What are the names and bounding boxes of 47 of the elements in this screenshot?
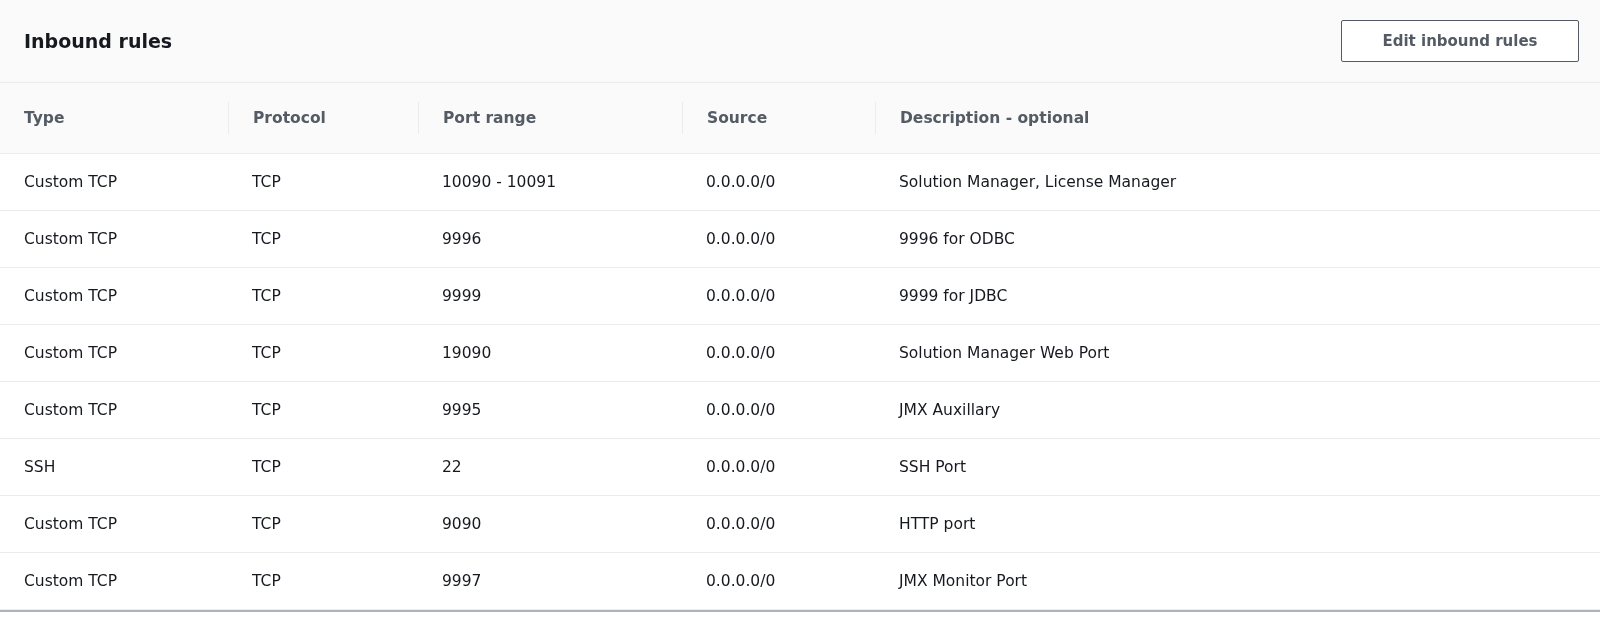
table-cell: TCP: [252, 287, 281, 305]
edit-inbound-rules-button[interactable]: Edit inbound rules: [1341, 20, 1579, 62]
panel-title: Inbound rules: [24, 30, 173, 52]
column-header[interactable]: Type: [24, 109, 65, 127]
table-cell: 9999 for JDBC: [899, 287, 1008, 305]
table-cell: 9997: [442, 572, 482, 590]
table-cell: 0.0.0.0/0: [706, 230, 776, 248]
table-cell: TCP: [252, 230, 281, 248]
table-cell: JMX Monitor Port: [899, 572, 1028, 590]
table-cell: 0.0.0.0/0: [706, 344, 776, 362]
table-cell: Solution Manager, License Manager: [899, 173, 1177, 191]
table-cell: 9995: [442, 401, 482, 419]
table-cell: 0.0.0.0/0: [706, 287, 776, 305]
table-cell: 22: [442, 458, 462, 476]
table-cell: Custom TCP: [24, 230, 118, 248]
table-cell: Solution Manager Web Port: [899, 344, 1110, 362]
table-cell: Custom TCP: [24, 287, 118, 305]
table-cell: Custom TCP: [24, 173, 118, 191]
table-cell: JMX Auxillary: [899, 401, 1001, 419]
table-cell: TCP: [252, 401, 281, 419]
table-cell: TCP: [252, 344, 281, 362]
table-cell: SSH: [24, 458, 56, 476]
column-header[interactable]: Source: [707, 109, 768, 127]
table-cell: 19090: [442, 344, 492, 362]
table-cell: 0.0.0.0/0: [706, 401, 776, 419]
table-cell: 10090 - 10091: [442, 173, 557, 191]
table-cell: Custom TCP: [24, 572, 118, 590]
table-cell: 9996 for ODBC: [899, 230, 1015, 248]
table-cell: 0.0.0.0/0: [706, 515, 776, 533]
column-header[interactable]: Port range: [443, 109, 537, 127]
table-cell: 9090: [442, 515, 482, 533]
table-cell: TCP: [252, 515, 281, 533]
column-header[interactable]: Description - optional: [900, 109, 1090, 127]
table-cell: Custom TCP: [24, 401, 118, 419]
table-cell: Custom TCP: [24, 515, 118, 533]
table-cell: 0.0.0.0/0: [706, 572, 776, 590]
table-cell: TCP: [252, 572, 281, 590]
table-cell: 9996: [442, 230, 482, 248]
column-header[interactable]: Protocol: [253, 109, 326, 127]
table-cell: HTTP port: [899, 515, 976, 533]
table-cell: Custom TCP: [24, 344, 118, 362]
table-cell: 0.0.0.0/0: [706, 458, 776, 476]
table-cell: TCP: [252, 458, 281, 476]
table-cell: 0.0.0.0/0: [706, 173, 776, 191]
table-cell: SSH Port: [899, 458, 966, 476]
table-cell: TCP: [252, 173, 281, 191]
table-cell: 9999: [442, 287, 482, 305]
